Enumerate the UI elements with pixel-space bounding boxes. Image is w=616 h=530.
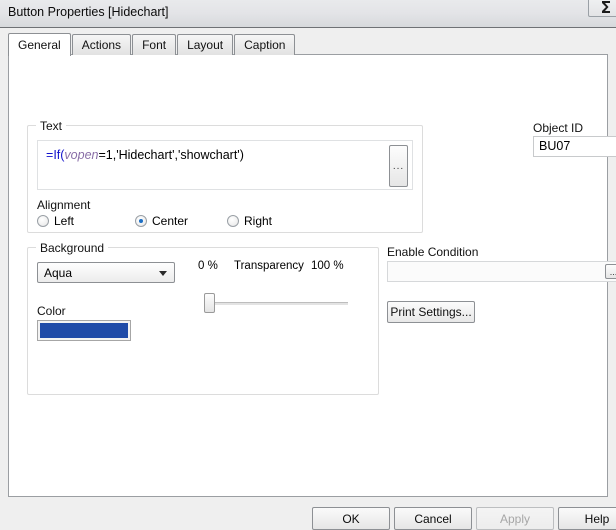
radio-align-right-label: Right (244, 214, 273, 228)
tab-font-label: Font (142, 38, 167, 52)
transparency-min-label: 0 % (198, 260, 218, 272)
enable-condition-input[interactable]: ... (387, 261, 616, 282)
transparency-slider-track (212, 302, 348, 305)
radio-right-icon (227, 215, 239, 227)
general-tab-panel: Text =If(vopen=1,'Hidechart','showchart'… (8, 54, 616, 497)
apply-button: Apply (476, 507, 554, 530)
help-button[interactable]: Help (558, 507, 616, 530)
print-settings-button[interactable]: Print Settings... (387, 301, 475, 323)
transparency-slider[interactable] (204, 293, 348, 313)
alignment-label: Alignment (37, 198, 91, 212)
background-group-title: Background (36, 241, 109, 255)
text-group-title: Text (36, 119, 67, 133)
radio-align-center-label: Center (152, 214, 189, 228)
tab-general[interactable]: General (8, 33, 71, 56)
dialog-footer: OK Cancel Apply Help (0, 498, 616, 530)
transparency-labels: 0 % Transparency 100 % (198, 260, 358, 276)
text-expression-input[interactable]: =If(vopen=1,'Hidechart','showchart') ... (37, 140, 413, 190)
transparency-label: Transparency (234, 260, 304, 272)
transparency-max-label: 100 % (311, 260, 344, 272)
text-expression-value: =If(vopen=1,'Hidechart','showchart') (46, 148, 244, 162)
background-group: Background Aqua Color 0 % Transparency 1… (27, 241, 379, 395)
formula-function: If( (53, 148, 65, 162)
background-style-value: Aqua (44, 265, 73, 280)
tab-general-label: General (18, 38, 61, 52)
transparency-slider-thumb[interactable] (204, 293, 215, 313)
tab-caption[interactable]: Caption (234, 34, 296, 55)
object-id-input[interactable]: BU07 (533, 136, 616, 157)
alignment-radio-group: Left Center Right (37, 214, 413, 230)
text-expression-ellipsis-button[interactable]: ... (389, 145, 408, 187)
enable-condition-label: Enable Condition (387, 245, 479, 259)
radio-align-right[interactable]: Right (227, 214, 272, 228)
radio-align-center[interactable]: Center (135, 214, 188, 228)
text-group: Text =If(vopen=1,'Hidechart','showchart'… (27, 119, 423, 233)
tab-actions[interactable]: Actions (71, 34, 132, 55)
color-label: Color (37, 304, 66, 318)
radio-left-icon (37, 215, 49, 227)
cancel-button[interactable]: Cancel (394, 507, 472, 530)
radio-center-icon (135, 215, 147, 227)
radio-align-left[interactable]: Left (37, 214, 74, 228)
tab-layout-label: Layout (187, 38, 224, 52)
tab-layout[interactable]: Layout (177, 34, 234, 55)
enable-condition-ellipsis-button[interactable]: ... (605, 264, 616, 279)
radio-align-left-label: Left (54, 214, 75, 228)
title-bar: Button Properties [Hidechart] (0, 0, 616, 28)
chevron-down-icon (159, 271, 167, 276)
object-id-label: Object ID (533, 121, 584, 135)
color-swatch-button[interactable] (37, 320, 131, 341)
ok-button[interactable]: OK (312, 507, 390, 530)
window-title: Button Properties [Hidechart] (8, 5, 169, 19)
sigma-icon[interactable] (588, 0, 616, 17)
background-style-select[interactable]: Aqua (37, 262, 175, 283)
formula-rest: =1,'Hidechart','showchart') (98, 148, 244, 162)
tab-caption-label: Caption (244, 38, 286, 52)
tab-strip: General Actions Font Layout Caption (8, 33, 296, 56)
color-swatch-fill (40, 323, 128, 338)
left-edge-strip (0, 28, 8, 498)
formula-variable: vopen (64, 148, 99, 162)
tab-font[interactable]: Font (132, 34, 177, 55)
tab-actions-label: Actions (81, 38, 122, 52)
